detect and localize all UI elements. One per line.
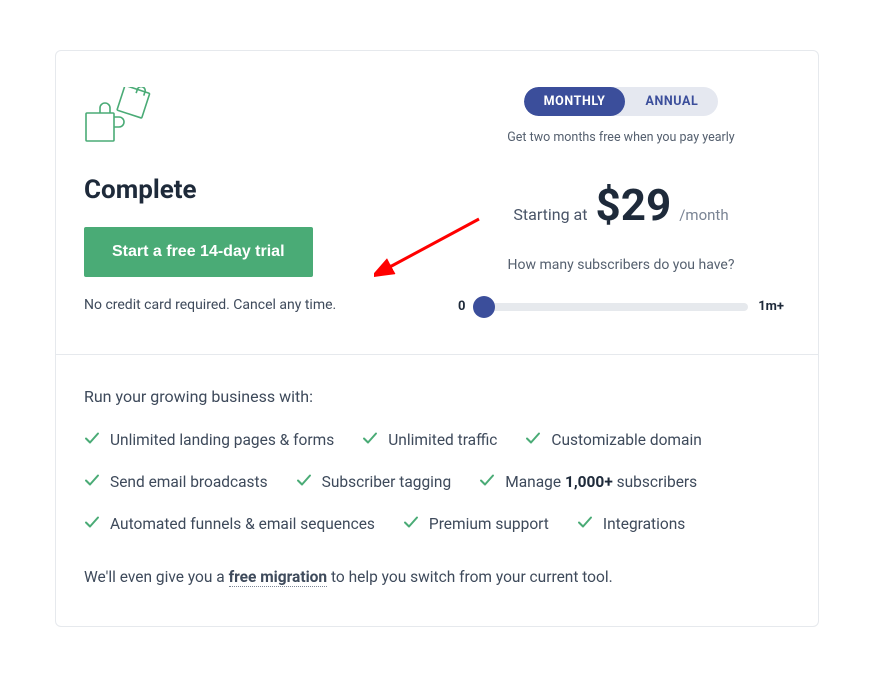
check-icon xyxy=(296,472,312,492)
feature-label: Automated funnels & email sequences xyxy=(110,515,375,533)
slider-max-label: 1m+ xyxy=(758,299,784,314)
subscriber-slider: 0 1m+ xyxy=(452,299,790,314)
price-period: /month xyxy=(679,206,728,224)
slider-track[interactable] xyxy=(475,303,748,311)
feature-item: Premium support xyxy=(403,514,549,534)
slider-min-label: 0 xyxy=(458,299,465,314)
pricing-card: Complete Start a free 14-day trial No cr… xyxy=(55,50,819,627)
features-list: Unlimited landing pages & forms Unlimited… xyxy=(84,430,790,534)
feature-item: Unlimited landing pages & forms xyxy=(84,430,334,450)
migration-link[interactable]: free migration xyxy=(229,568,328,587)
feature-label: Subscriber tagging xyxy=(322,473,452,491)
features-heading: Run your growing business with: xyxy=(84,387,790,406)
feature-label: Unlimited landing pages & forms xyxy=(110,431,334,449)
feature-item: Customizable domain xyxy=(525,430,701,450)
feature-item: Manage 1,000+ subscribers xyxy=(479,472,697,492)
check-icon xyxy=(362,430,378,450)
feature-item: Send email broadcasts xyxy=(84,472,268,492)
plan-title: Complete xyxy=(84,175,422,205)
check-icon xyxy=(84,430,100,450)
migration-suffix: to help you switch from your current too… xyxy=(327,568,613,586)
feature-label: Premium support xyxy=(429,515,549,533)
pricing-controls-column: MONTHLY ANNUAL Get two months free when … xyxy=(452,87,790,314)
slider-handle[interactable] xyxy=(473,296,495,318)
feature-label: Send email broadcasts xyxy=(110,473,268,491)
feature-label: Customizable domain xyxy=(551,431,701,449)
card-top-section: Complete Start a free 14-day trial No cr… xyxy=(56,51,818,354)
billing-toggle-monthly[interactable]: MONTHLY xyxy=(524,87,626,116)
price-prefix: Starting at xyxy=(513,205,587,224)
check-icon xyxy=(525,430,541,450)
feature-item: Automated funnels & email sequences xyxy=(84,514,375,534)
price-display: Starting at $29 /month xyxy=(452,183,790,227)
check-icon xyxy=(84,472,100,492)
puzzle-icon xyxy=(84,87,422,153)
billing-toggle-annual[interactable]: ANNUAL xyxy=(625,87,718,116)
feature-item: Unlimited traffic xyxy=(362,430,497,450)
plan-summary-column: Complete Start a free 14-day trial No cr… xyxy=(84,87,422,314)
migration-note: We'll even give you a free migration to … xyxy=(84,568,790,586)
feature-label: Manage 1,000+ subscribers xyxy=(505,473,697,491)
subscriber-question: How many subscribers do you have? xyxy=(452,257,790,273)
price-amount: $29 xyxy=(596,183,672,227)
billing-toggle: MONTHLY ANNUAL xyxy=(524,87,719,116)
check-icon xyxy=(403,514,419,534)
start-trial-button[interactable]: Start a free 14-day trial xyxy=(84,227,313,277)
check-icon xyxy=(479,472,495,492)
feature-label: Unlimited traffic xyxy=(388,431,497,449)
feature-item: Subscriber tagging xyxy=(296,472,452,492)
cta-subtext: No credit card required. Cancel any time… xyxy=(84,297,422,313)
feature-item: Integrations xyxy=(577,514,685,534)
yearly-discount-note: Get two months free when you pay yearly xyxy=(452,130,790,145)
check-icon xyxy=(84,514,100,534)
feature-label: Integrations xyxy=(603,515,685,533)
check-icon xyxy=(577,514,593,534)
features-section: Run your growing business with: Unlimite… xyxy=(56,355,818,626)
migration-prefix: We'll even give you a xyxy=(84,568,229,586)
